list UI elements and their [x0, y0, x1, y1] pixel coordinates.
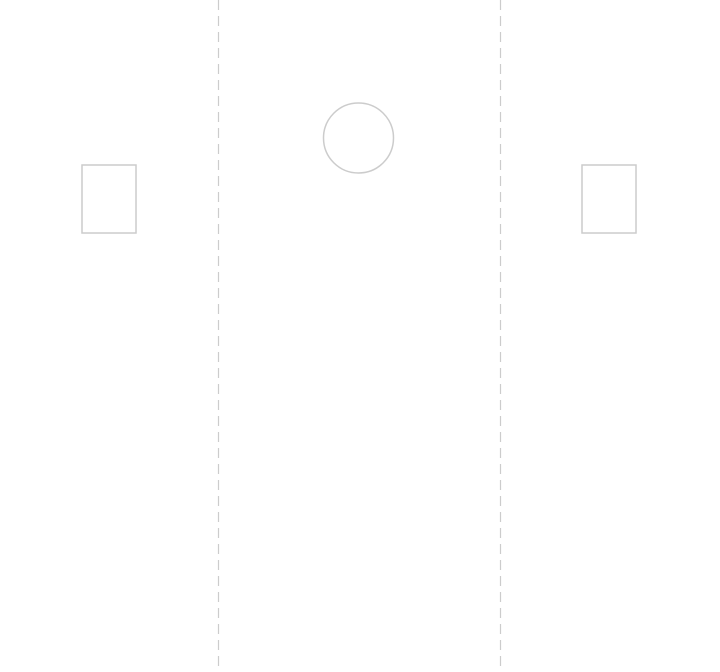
- left-rectangle-marker: [81, 164, 137, 234]
- center-circle-marker: [322, 102, 395, 174]
- diagram-canvas: [0, 0, 720, 672]
- lane-diagram: [81, 0, 637, 672]
- right-rectangle-marker: [581, 164, 637, 234]
